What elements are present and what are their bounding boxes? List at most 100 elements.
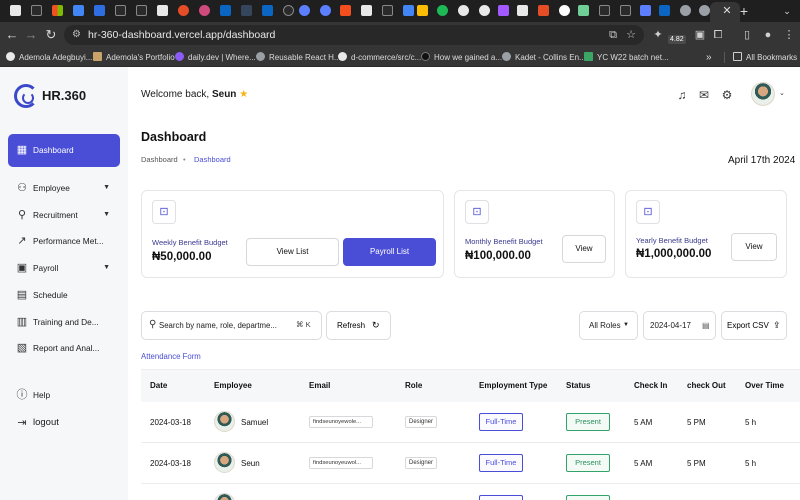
tab-favicon[interactable] [136,5,147,16]
export-csv-button[interactable]: Export CSV ⇪ [721,311,787,340]
tab-favicon[interactable] [458,5,469,16]
extension-icon[interactable]: ▣ [692,26,708,44]
bell-icon[interactable]: ♫ [674,87,690,103]
tab-favicon[interactable] [403,5,414,16]
browser-tab-strip: ✕ + ⌄ [0,0,800,22]
settings-icon[interactable]: ⚙ [719,87,735,103]
new-tab-icon[interactable]: + [736,2,752,20]
sidebar-item-performance[interactable]: ↗ Performance Met... [8,228,120,254]
bookmark-label: Kadet - Collins En... [515,53,586,62]
user-name: Seun [211,89,237,100]
breadcrumb-item[interactable]: Dashboard [141,155,178,164]
reload-icon[interactable]: ↻ [42,26,60,44]
extension-icon[interactable]: ✦ [650,26,666,44]
view-button[interactable]: View [562,235,606,263]
tab-favicon[interactable] [157,5,168,16]
url-text[interactable]: hr-360-dashboard.vercel.app/dashboard [88,25,275,45]
tab-favicon[interactable] [620,5,631,16]
close-tab-icon[interactable]: ✕ [719,3,735,19]
more-bookmarks-icon[interactable]: » [706,50,712,65]
tab-favicon[interactable] [199,5,210,16]
search-box[interactable]: ⚲ ⌘ K [141,311,322,340]
bookmark-item[interactable]: YC W22 batch net... [584,50,669,65]
sidebar-item-recruitment[interactable]: ⚲ Recruitment ▼ [8,202,120,228]
roles-dropdown[interactable]: All Roles ▼ [579,311,638,340]
payroll-list-button[interactable]: Payroll List [343,238,436,266]
attendance-form-link[interactable]: Attendance Form [141,352,201,361]
refresh-button[interactable]: Refresh ↻ [326,311,391,340]
tab-favicon[interactable] [680,5,691,16]
tab-favicon[interactable] [52,5,63,16]
tab-favicon[interactable] [699,5,710,16]
open-in-app-icon[interactable]: ⧉ [605,27,621,43]
tab-favicon[interactable] [640,5,651,16]
tab-favicon[interactable] [73,5,84,16]
sidebar-item-employee[interactable]: ⚇ Employee ▼ [8,175,120,201]
tab-favicon[interactable] [320,5,331,16]
tab-favicon[interactable] [578,5,589,16]
tab-favicon[interactable] [94,5,105,16]
puzzle-icon[interactable]: ⧠ [710,26,726,44]
tab-favicon[interactable] [559,5,570,16]
tab-favicon[interactable] [517,5,528,16]
tab-favicon[interactable] [31,5,42,16]
tab-favicon[interactable] [382,5,393,16]
bookmark-item[interactable]: daily.dev | Where... [175,50,256,65]
tab-favicon[interactable] [283,5,294,16]
tab-favicon[interactable] [178,5,189,16]
tab-favicon[interactable] [479,5,490,16]
sidebar-item-help[interactable]: ⓘ Help [8,382,120,408]
bookmark-item[interactable]: Ademola's Portfolio [93,50,175,65]
tab-favicon[interactable] [115,5,126,16]
bookmark-item[interactable]: Kadet - Collins En... [502,50,586,65]
wallet-icon: ⊡ [465,200,489,224]
tab-favicon[interactable] [599,5,610,16]
tab-favicon[interactable] [659,5,670,16]
sidebar-item-label: Training and De... [33,317,99,327]
tab-favicon[interactable] [498,5,509,16]
tab-favicon[interactable] [241,5,252,16]
breadcrumb-item[interactable]: Dashboard [194,155,231,164]
sidebar-item-reports[interactable]: ▧ Report and Anal... [8,335,120,361]
brand-logo[interactable]: HR.360 [14,84,124,108]
tab-favicon[interactable] [10,5,21,16]
view-list-button[interactable]: View List [246,238,339,266]
sidebar-item-logout[interactable]: ⇥ logout [8,410,120,436]
tab-favicon[interactable] [538,5,549,16]
view-button[interactable]: View [731,233,777,261]
table-row[interactable]: 2024-03-18 Samuel findseunoyewole... Des… [141,402,800,443]
all-bookmarks-button[interactable]: All Bookmarks [733,50,797,65]
tab-search-icon[interactable]: ⌄ [779,2,795,20]
sidebar-item-training[interactable]: ▥ Training and De... [8,309,120,335]
tab-favicon[interactable] [262,5,273,16]
sidebar-toggle-icon[interactable]: ▯ [739,26,755,44]
address-bar[interactable]: ⚙ hr-360-dashboard.vercel.app/dashboard … [64,25,644,45]
tab-favicon[interactable] [437,5,448,16]
search-input[interactable] [159,313,291,338]
logo-icon [14,84,38,108]
site-info-icon[interactable]: ⚙ [72,27,86,43]
mail-icon[interactable]: ✉ [696,87,712,103]
profile-icon[interactable]: ● [760,26,776,44]
table-row-partial[interactable] [141,484,800,500]
bookmark-item[interactable]: Ademola Adegbuyi... [6,50,92,65]
tab-favicon[interactable] [340,5,351,16]
avatar[interactable] [751,82,775,106]
bookmark-item[interactable]: Reusable React H... [256,50,341,65]
date-picker[interactable]: 2024-04-17 ▤ [643,311,716,340]
bookmark-star-icon[interactable]: ☆ [623,27,639,43]
sidebar-item-payroll[interactable]: ▣ Payroll ▼ [8,255,120,281]
tab-favicon[interactable] [361,5,372,16]
chevron-down-icon[interactable]: ⌄ [779,89,785,97]
tab-favicon[interactable] [220,5,231,16]
bookmark-item[interactable]: How we gained a... [421,50,502,65]
back-icon[interactable]: ← [3,26,21,44]
sidebar-item-schedule[interactable]: ▤ Schedule [8,282,120,308]
tab-favicon[interactable] [299,5,310,16]
bookmark-item[interactable]: d-commerce/src/c... [338,50,421,65]
forward-icon[interactable]: → [22,26,40,44]
sidebar-item-dashboard[interactable]: ▦ Dashboard [8,134,120,167]
tab-favicon[interactable] [417,5,428,16]
table-row[interactable]: 2024-03-18 Seun findseunoyeuwol... Desig… [141,443,800,484]
menu-icon[interactable]: ⋮ [781,26,797,44]
